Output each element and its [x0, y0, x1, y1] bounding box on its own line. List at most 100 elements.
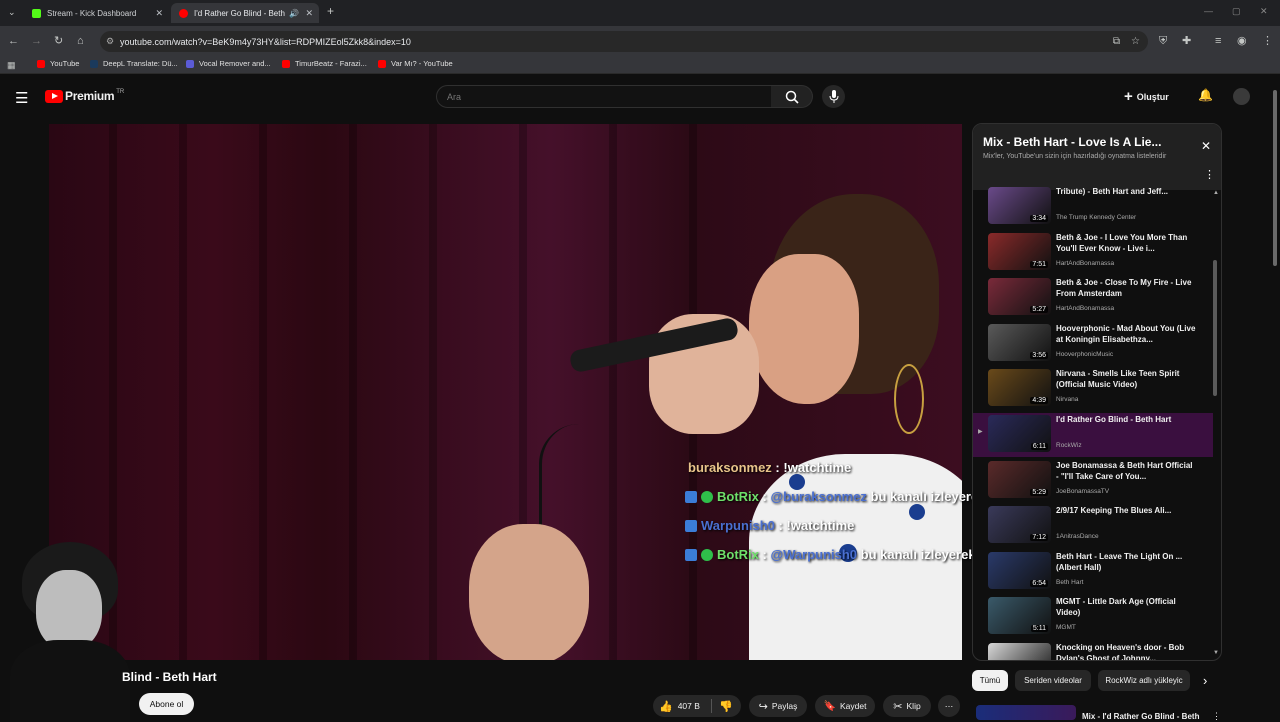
video-thumbnail[interactable]: 5:29 [988, 460, 1051, 498]
playlist-item-title: Tribute) - Beth Hart and Jeff... [1056, 187, 1169, 196]
apps-grid-icon[interactable]: ▦ [7, 60, 16, 71]
playlist-item[interactable]: 5:27 Beth & Joe - Close To My Fire - Live… [973, 276, 1213, 320]
share-button[interactable]: ↪ Paylaş [749, 695, 807, 717]
chip-uploader[interactable]: RockWiz adlı yükleyic [1098, 670, 1190, 691]
video-thumbnail[interactable]: 7:51 [988, 232, 1051, 270]
moderator-badge-icon [685, 549, 697, 561]
video-thumbnail[interactable]: 4:39 [988, 369, 1051, 407]
shield-icon[interactable]: ⛨ [1159, 36, 1167, 47]
video-thumbnail[interactable]: 6:54 [988, 551, 1051, 589]
close-playlist-icon[interactable]: ✕ [1201, 139, 1211, 153]
bookmark-label: Vocal Remover and... [199, 59, 271, 68]
minimize-icon[interactable]: — [1204, 6, 1213, 17]
video-thumbnail[interactable]: 6:11 [988, 415, 1051, 452]
chip-all[interactable]: Tümü [972, 670, 1008, 691]
more-actions-button[interactable]: ⋯ [938, 695, 960, 717]
playlist-item[interactable]: 3:56 Hooverphonic - Mad About You (Live a… [973, 322, 1213, 366]
close-tab-icon[interactable]: ✕ [305, 8, 313, 19]
save-button[interactable]: 🔖 Kaydet [815, 695, 875, 717]
voice-search-button[interactable] [822, 85, 845, 108]
video-thumbnail[interactable]: 3:34 [988, 187, 1051, 224]
playlist-menu-icon[interactable]: ⋮ [1204, 168, 1215, 181]
bookmark-timurbeatz[interactable]: TimurBeatz - Farazi... [282, 59, 367, 68]
browser-tab-kick[interactable]: Stream - Kick Dashboard ✕ [24, 3, 169, 23]
youtube-favicon-icon [179, 8, 188, 18]
chat-text: !watchtime [783, 460, 852, 475]
install-app-icon[interactable]: ⧉ [1113, 36, 1120, 47]
duration-badge: 7:51 [1030, 260, 1048, 268]
playlist-item[interactable]: 5:11 MGMT - Little Dark Age (Official Vid… [973, 595, 1213, 639]
playlist-item[interactable]: 3:34 Tribute) - Beth Hart and Jeff... The … [973, 186, 1213, 229]
next-item-thumbnail[interactable] [976, 705, 1076, 720]
scroll-down-icon[interactable]: ▼ [1213, 650, 1219, 656]
tab-search-icon[interactable]: ⌄ [8, 7, 16, 18]
playlist-scrollbar[interactable] [1213, 260, 1217, 396]
maximize-icon[interactable]: ▢ [1232, 6, 1241, 17]
dislike-icon[interactable]: 👎 [719, 700, 733, 713]
search-button[interactable] [771, 85, 813, 108]
like-icon[interactable]: 👍 [659, 700, 673, 713]
create-button[interactable]: + Oluştur [1124, 86, 1169, 107]
youtube-premium-logo[interactable]: Premium TR [45, 89, 124, 103]
bookmark-deepl[interactable]: DeepL Translate: Dü... [90, 59, 178, 68]
bookmark-vocal-remover[interactable]: Vocal Remover and... [186, 59, 271, 68]
avatar[interactable] [1233, 88, 1250, 105]
search-input[interactable] [436, 85, 772, 108]
video-thumbnail[interactable]: 3:11 [988, 643, 1051, 660]
bookmark-var-mi[interactable]: Var Mı? - YouTube [378, 59, 453, 68]
streamer-webcam [0, 530, 130, 720]
address-bar[interactable]: ⚙ youtube.com/watch?v=BeK9m4y73HY&list=R… [100, 31, 1148, 52]
playlist-subtitle: Mix'ler, YouTube'un sizin için hazırladı… [983, 153, 1167, 160]
video-thumbnail[interactable]: 5:11 [988, 597, 1051, 635]
back-icon[interactable]: ← [8, 36, 19, 47]
forward-icon[interactable]: → [31, 36, 42, 47]
notifications-bell-icon[interactable]: 🔔 [1198, 88, 1213, 102]
duration-badge: 5:29 [1030, 488, 1048, 496]
browser-tab-youtube[interactable]: I'd Rather Go Blind - Beth H 🔊 ✕ [171, 3, 319, 23]
playlist-item[interactable]: 7:51 Beth & Joe - I Love You More Than Yo… [973, 231, 1213, 275]
playlist-item-channel: JoeBonamassaTV [1056, 487, 1110, 495]
playlist-item[interactable]: 7:12 2/9/17 Keeping The Blues Ali... 1Anit… [973, 504, 1213, 548]
chevron-right-icon[interactable]: › [1203, 673, 1207, 688]
site-info-icon[interactable]: ⚙ [106, 36, 114, 47]
video-thumbnail[interactable]: 3:56 [988, 323, 1051, 361]
like-count[interactable]: 407 B [678, 701, 700, 711]
playlist-item[interactable]: 6:54 Beth Hart - Leave The Light On ...(A… [973, 550, 1213, 594]
video-thumbnail[interactable]: 7:12 [988, 506, 1051, 544]
playlist-item[interactable]: ▶ 6:11 I'd Rather Go Blind - Beth Hart Rock… [973, 413, 1213, 457]
extensions-icon[interactable]: ✚ [1182, 36, 1191, 47]
like-dislike-group: 👍 407 B 👎 [653, 695, 741, 717]
page-scrollbar[interactable] [1273, 90, 1277, 266]
clip-button[interactable]: ✂ Klip [883, 695, 931, 717]
hamburger-menu-icon[interactable]: ☰ [15, 89, 28, 107]
bookmark-star-icon[interactable]: ☆ [1131, 36, 1140, 47]
bookmark-label: Var Mı? - YouTube [391, 59, 453, 68]
video-player[interactable] [49, 124, 962, 660]
chat-separator: : [771, 460, 784, 475]
playlist-item-channel: MGMT [1056, 624, 1076, 632]
reload-icon[interactable]: ↻ [54, 36, 63, 47]
media-controls-icon[interactable]: ≡ [1215, 36, 1221, 47]
playlist-item-title: MGMT - Little Dark Age (Official Video) [1056, 597, 1176, 618]
next-item-menu-icon[interactable]: ⋮ [1212, 711, 1221, 722]
new-tab-icon[interactable]: + [327, 5, 334, 17]
bookmark-youtube[interactable]: YouTube [37, 59, 79, 68]
audio-playing-icon[interactable]: 🔊 [289, 9, 299, 18]
subscribe-button[interactable]: Abone ol [139, 693, 194, 715]
close-tab-icon[interactable]: ✕ [155, 8, 163, 19]
home-icon[interactable]: ⌂ [77, 36, 84, 47]
kick-favicon-icon [32, 8, 41, 18]
profile-icon[interactable]: ◉ [1237, 36, 1247, 47]
browser-menu-icon[interactable]: ⋮ [1262, 36, 1273, 47]
playlist-item[interactable]: 5:29 Joe Bonamassa & Beth Hart Official -… [973, 459, 1213, 503]
playlist-item[interactable]: 4:39 Nirvana - Smells Like Teen Spirit (O… [973, 367, 1213, 411]
scroll-up-icon[interactable]: ▲ [1213, 190, 1219, 196]
plus-icon: + [1124, 88, 1133, 105]
vocal-remover-icon [186, 59, 194, 68]
close-window-icon[interactable]: ✕ [1260, 6, 1268, 17]
playlist-item[interactable]: 3:11 Knocking on Heaven's door - Bob Dyla… [973, 641, 1213, 660]
video-thumbnail[interactable]: 5:27 [988, 278, 1051, 316]
playlist-title[interactable]: Mix - Beth Hart - Love Is A Lie... [983, 135, 1161, 149]
duration-badge: 7:12 [1030, 534, 1048, 542]
chip-series-videos[interactable]: Seriden videolar [1015, 670, 1091, 691]
